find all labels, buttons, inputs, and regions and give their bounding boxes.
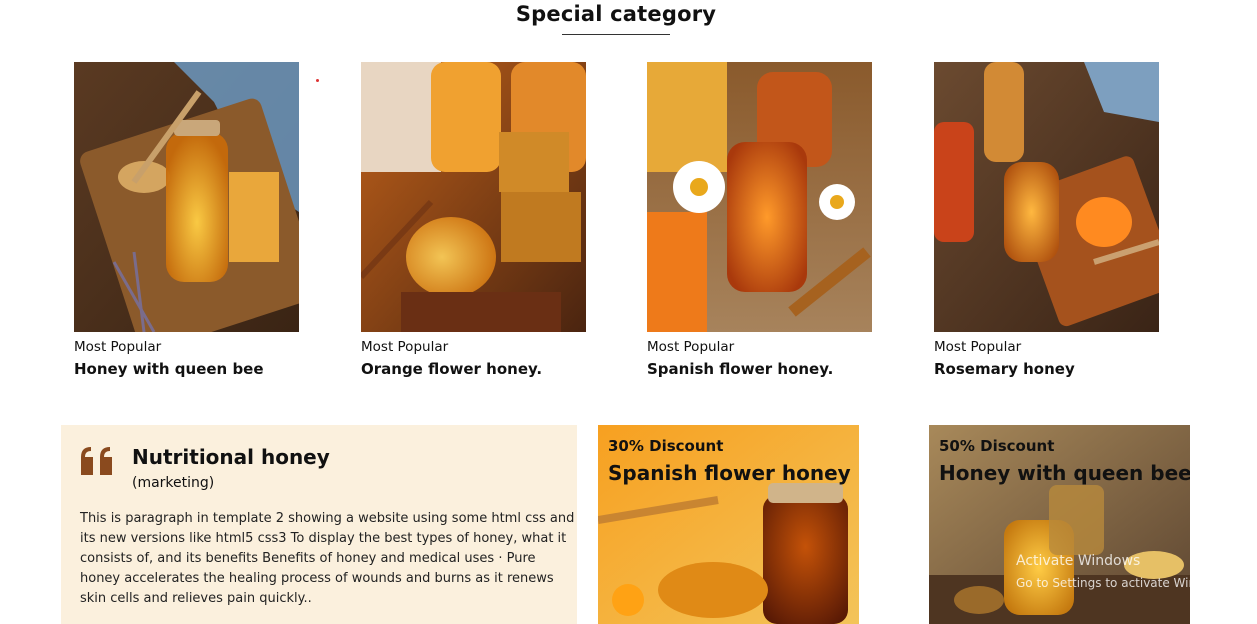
product-name[interactable]: Spanish flower honey. (647, 360, 872, 378)
product-tag: Most Popular (361, 339, 449, 355)
promo-product-name[interactable]: Honey with queen bee (939, 461, 1190, 485)
product-image-spanish-flower[interactable] (647, 62, 872, 332)
product-card[interactable]: Most Popular Orange flower honey. (361, 62, 586, 378)
product-tag: Most Popular (647, 339, 735, 355)
quote-icon (79, 445, 117, 483)
product-name[interactable]: Rosemary honey (934, 360, 1159, 378)
promo-discount: 50% Discount (939, 437, 1055, 455)
panel-subtitle: (marketing) (132, 475, 215, 491)
promo-discount: 30% Discount (608, 437, 724, 455)
product-card[interactable]: Most Popular Honey with queen bee (74, 62, 299, 378)
panel-title: Nutritional honey (132, 445, 330, 469)
product-tag: Most Popular (934, 339, 1022, 355)
product-image-orange-flower[interactable] (361, 62, 586, 332)
panel-paragraph: This is paragraph in template 2 showing … (80, 511, 575, 606)
promo-product-name[interactable]: Spanish flower honey (608, 461, 851, 485)
product-card[interactable]: Most Popular Spanish flower honey. (647, 62, 872, 378)
product-image-honey-queen-bee[interactable] (74, 62, 299, 332)
decorative-dot (316, 79, 319, 82)
title-underline (562, 34, 670, 35)
section-title: Special category (515, 2, 717, 26)
watermark-subtitle: Go to Settings to activate Windows. (1016, 576, 1231, 590)
product-card[interactable]: Most Popular Rosemary honey (934, 62, 1159, 378)
product-name[interactable]: Orange flower honey. (361, 360, 586, 378)
promo-banner[interactable]: 30% Discount Spanish flower honey (598, 425, 859, 624)
promo-banner[interactable]: 50% Discount Honey with queen bee (929, 425, 1190, 624)
product-image-rosemary[interactable] (934, 62, 1159, 332)
watermark-title: Activate Windows (1016, 553, 1141, 569)
info-panel: Nutritional honey (marketing) This is pa… (61, 425, 577, 624)
product-tag: Most Popular (74, 339, 162, 355)
product-name[interactable]: Honey with queen bee (74, 360, 299, 378)
